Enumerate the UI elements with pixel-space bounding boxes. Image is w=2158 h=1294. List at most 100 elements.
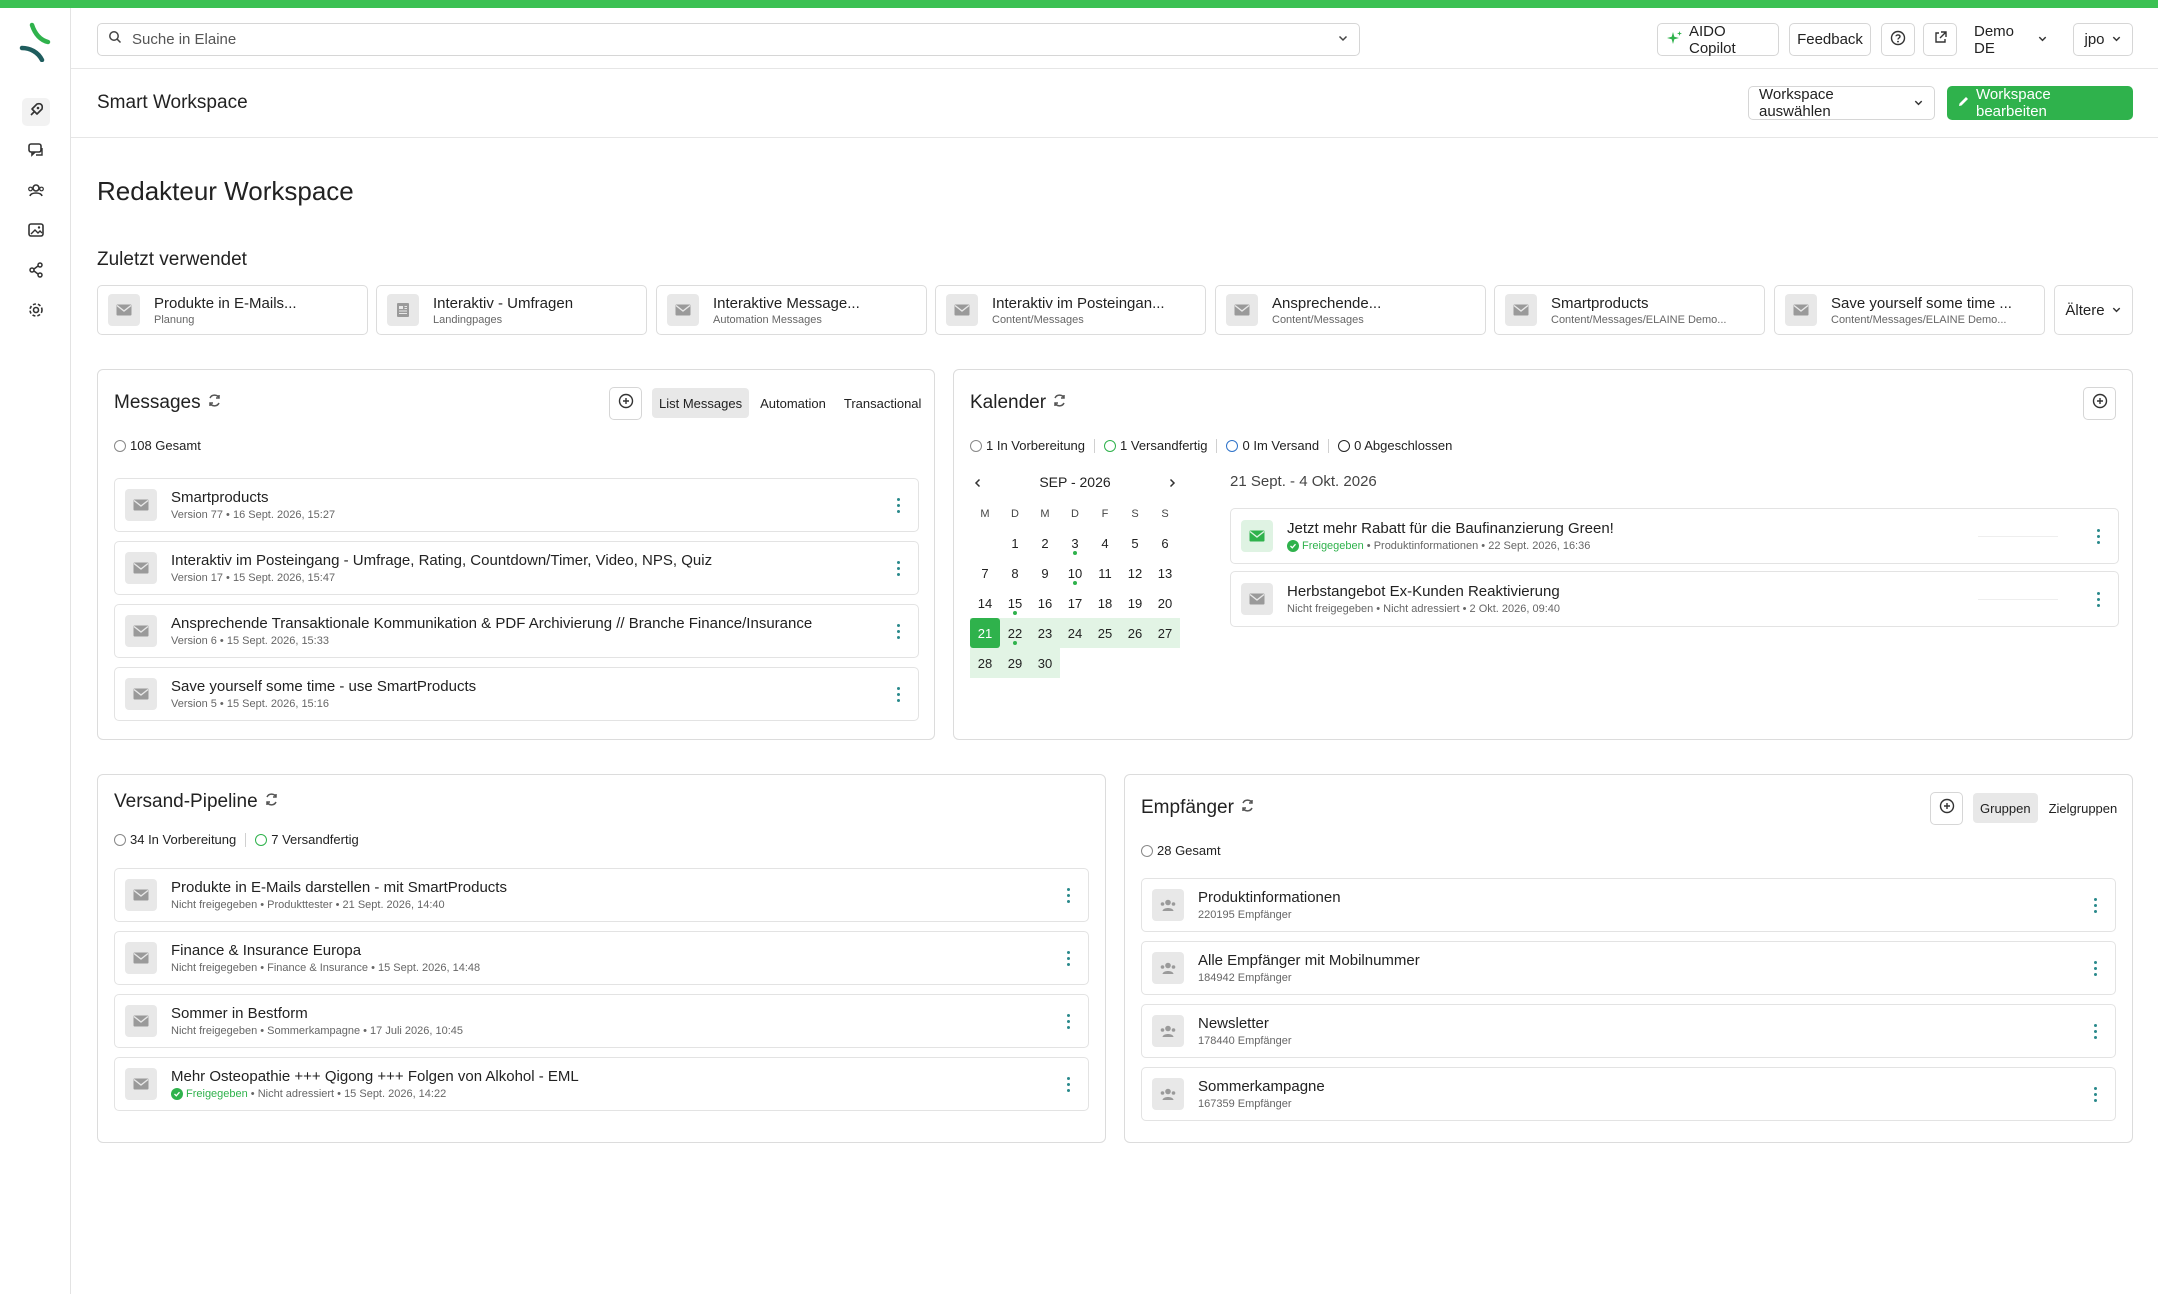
sidebar-item-recipients[interactable] (22, 178, 50, 206)
pipeline-row[interactable]: Produkte in E-Mails darstellen - mit Sma… (114, 868, 1089, 922)
tab-list-messages[interactable]: List Messages (652, 388, 750, 418)
recipient-row[interactable]: Produktinformationen 220195 Empfänger (1141, 878, 2116, 932)
user-menu[interactable]: jpo (2073, 23, 2133, 56)
calendar-day[interactable]: 2 (1030, 528, 1060, 558)
account-switcher[interactable]: Demo DE (1965, 23, 2057, 57)
calendar-day-today[interactable]: 21 (970, 618, 1000, 648)
calendar-day-range[interactable]: 25 (1090, 618, 1120, 648)
older-button[interactable]: Ältere (2054, 285, 2133, 335)
more-options-icon[interactable] (888, 619, 908, 643)
calendar-day[interactable]: 6 (1150, 528, 1180, 558)
more-options-icon[interactable] (2085, 893, 2105, 917)
calendar-day[interactable]: 14 (970, 588, 1000, 618)
message-row[interactable]: Interaktiv im Posteingang - Umfrage, Rat… (114, 541, 919, 595)
calendar-day-range[interactable]: 28 (970, 648, 1000, 678)
calendar-event[interactable]: Herbstangebot Ex-Kunden Reaktivierung Ni… (1230, 571, 2119, 627)
tab-transactional[interactable]: Transactional (837, 388, 929, 418)
workspace-select-button[interactable]: Workspace auswählen (1748, 86, 1935, 120)
tab-target-groups[interactable]: Zielgruppen (2042, 793, 2125, 823)
recipient-row[interactable]: Alle Empfänger mit Mobilnummer 184942 Emp… (1141, 941, 2116, 995)
more-options-icon[interactable] (888, 493, 908, 517)
external-link-button[interactable] (1923, 23, 1957, 56)
global-search[interactable]: Suche in Elaine (97, 23, 1360, 56)
recipient-row[interactable]: Sommerkampagne 167359 Empfänger (1141, 1067, 2116, 1121)
calendar-day[interactable]: 7 (970, 558, 1000, 588)
chevron-down-icon[interactable] (1337, 31, 1349, 49)
more-options-icon[interactable] (2088, 524, 2108, 548)
recent-item[interactable]: Smartproducts Content/Messages/ELAINE Dem… (1494, 285, 1765, 335)
calendar-day-range[interactable]: 30 (1030, 648, 1060, 678)
pipeline-row[interactable]: Sommer in Bestform Nicht freigegeben • Som… (114, 994, 1089, 1048)
calendar-day[interactable]: 10 (1060, 558, 1090, 588)
more-options-icon[interactable] (2085, 956, 2105, 980)
recent-item[interactable]: Interaktiv im Posteingan... Content/Messa… (935, 285, 1206, 335)
calendar-day-range[interactable]: 22 (1000, 618, 1030, 648)
message-row[interactable]: Smartproducts Version 77 • 16 Sept. 2026,… (114, 478, 919, 532)
calendar-day[interactable]: 16 (1030, 588, 1060, 618)
calendar-day-range[interactable]: 26 (1120, 618, 1150, 648)
recent-item[interactable]: Ansprechende... Content/Messages (1215, 285, 1486, 335)
calendar-day[interactable]: 20 (1150, 588, 1180, 618)
message-row[interactable]: Ansprechende Transaktionale Kommunikatio… (114, 604, 919, 658)
calendar-day[interactable]: 1 (1000, 528, 1030, 558)
sidebar-item-share[interactable] (22, 258, 50, 286)
recipient-row[interactable]: Newsletter 178440 Empfänger (1141, 1004, 2116, 1058)
calendar-day[interactable]: 9 (1030, 558, 1060, 588)
recipients-total-text: 28 Gesamt (1157, 843, 1221, 858)
add-recipient-button[interactable] (1930, 792, 1963, 825)
calendar-day[interactable]: 17 (1060, 588, 1090, 618)
calendar-day[interactable]: 18 (1090, 588, 1120, 618)
calendar-day-range[interactable]: 27 (1150, 618, 1180, 648)
calendar-day[interactable]: 13 (1150, 558, 1180, 588)
tab-groups[interactable]: Gruppen (1973, 793, 2038, 823)
recent-heading: Zuletzt verwendet (97, 249, 247, 270)
copilot-button[interactable]: AIDO Copilot (1657, 23, 1779, 57)
refresh-icon[interactable] (207, 392, 222, 414)
refresh-icon[interactable] (264, 791, 279, 813)
more-options-icon[interactable] (1058, 1072, 1078, 1096)
search-input[interactable]: Suche in Elaine (132, 31, 1337, 48)
calendar-day[interactable]: 19 (1120, 588, 1150, 618)
calendar-day-range[interactable]: 29 (1000, 648, 1030, 678)
calendar-day[interactable]: 15 (1000, 588, 1030, 618)
more-options-icon[interactable] (2088, 587, 2108, 611)
elaine-logo[interactable] (18, 22, 54, 63)
more-options-icon[interactable] (1058, 883, 1078, 907)
chevron-right-icon[interactable] (1166, 476, 1178, 494)
refresh-icon[interactable] (1052, 392, 1067, 414)
recent-item[interactable]: Interaktiv - Umfragen Landingpages (376, 285, 647, 335)
sidebar-item-workspace[interactable] (22, 98, 50, 126)
pipeline-row[interactable]: Finance & Insurance Europa Nicht freigege… (114, 931, 1089, 985)
more-options-icon[interactable] (2085, 1082, 2105, 1106)
add-message-button[interactable] (609, 387, 642, 420)
calendar-event[interactable]: Jetzt mehr Rabatt für die Baufinanzierun… (1230, 508, 2119, 564)
feedback-button[interactable]: Feedback (1789, 23, 1871, 56)
sidebar-item-settings[interactable] (22, 298, 50, 326)
message-row[interactable]: Save yourself some time - use SmartProdu… (114, 667, 919, 721)
more-options-icon[interactable] (2085, 1019, 2105, 1043)
tab-automation[interactable]: Automation (753, 388, 833, 418)
sidebar-item-media[interactable] (22, 218, 50, 246)
recent-item[interactable]: Save yourself some time ... Content/Messa… (1774, 285, 2045, 335)
more-options-icon[interactable] (888, 682, 908, 706)
calendar-day-range[interactable]: 24 (1060, 618, 1090, 648)
help-button[interactable] (1881, 23, 1915, 56)
pipeline-row[interactable]: Mehr Osteopathie +++ Qigong +++ Folgen v… (114, 1057, 1089, 1111)
more-options-icon[interactable] (888, 556, 908, 580)
calendar-day-range[interactable]: 23 (1030, 618, 1060, 648)
more-options-icon[interactable] (1058, 946, 1078, 970)
calendar-day[interactable]: 8 (1000, 558, 1030, 588)
calendar-day-range[interactable]: 21 (970, 618, 1000, 648)
add-event-button[interactable] (2083, 387, 2116, 420)
recent-item[interactable]: Interaktive Message... Automation Message… (656, 285, 927, 335)
more-options-icon[interactable] (1058, 1009, 1078, 1033)
calendar-day[interactable]: 11 (1090, 558, 1120, 588)
calendar-day[interactable]: 3 (1060, 528, 1090, 558)
calendar-day[interactable]: 4 (1090, 528, 1120, 558)
calendar-day[interactable]: 5 (1120, 528, 1150, 558)
workspace-edit-button[interactable]: Workspace bearbeiten (1947, 86, 2133, 120)
calendar-day[interactable]: 12 (1120, 558, 1150, 588)
refresh-icon[interactable] (1240, 797, 1255, 819)
sidebar-item-messages[interactable] (22, 138, 50, 166)
recent-item[interactable]: Produkte in E-Mails... Planung (97, 285, 368, 335)
